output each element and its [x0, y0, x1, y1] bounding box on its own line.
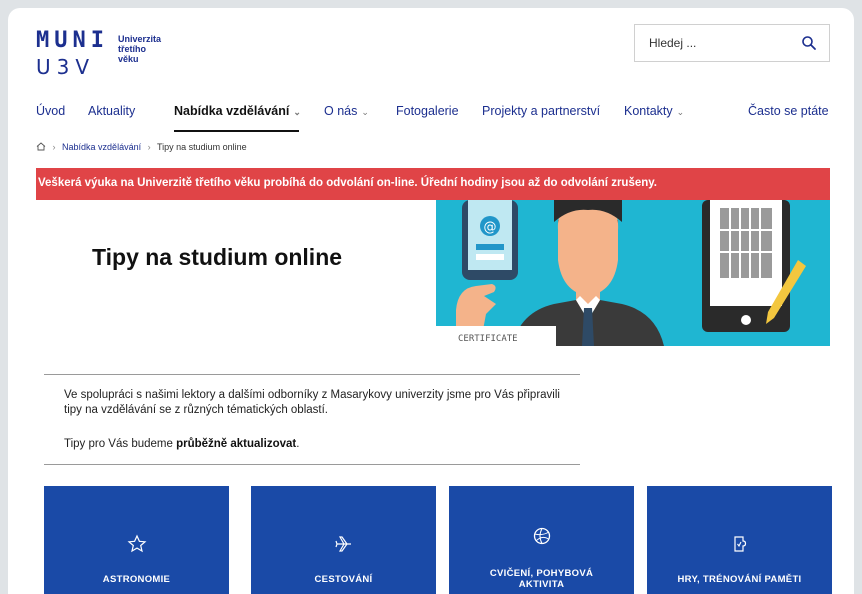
search-input[interactable]: Hledej ...	[634, 24, 830, 62]
hero: Tipy na studium online @ CERTIFICATE	[36, 200, 830, 346]
home-icon[interactable]	[36, 142, 46, 151]
intro-update-note: Tipy pro Vás budeme průběžně aktualizova…	[64, 438, 299, 450]
intro-paragraph: Ve spolupráci s našimi lektory a dalšími…	[64, 389, 560, 416]
logo-university-name: Univerzita třetího věku	[118, 34, 161, 64]
nav-item-nabidka-vzdelavani[interactable]: Nabídka vzdělávání ⌄	[174, 104, 301, 118]
logo-mark: MUNI	[36, 28, 109, 53]
breadcrumb-separator: ›	[147, 142, 151, 152]
logo-line-1: Univerzita	[118, 34, 162, 44]
nav-item-label: Nabídka vzdělávání	[174, 104, 290, 118]
category-cards: ASTRONOMIE CESTOVÁNÍ CVIČENÍ, POHYBOVÁ A…	[44, 486, 832, 594]
alert-text: Veškerá výuka na Univerzitě třetího věku…	[38, 177, 657, 189]
breadcrumb-link[interactable]: Nabídka vzdělávání	[62, 142, 141, 152]
nav-item-caste-dotazy[interactable]: Často se ptáte	[748, 104, 829, 118]
category-card-astronomie[interactable]: ASTRONOMIE	[44, 486, 229, 594]
search-icon[interactable]	[801, 35, 817, 51]
breadcrumb-separator: ›	[52, 142, 56, 152]
nav-item-kontakty[interactable]: Kontakty ⌄	[624, 104, 684, 118]
nav-item-label: O nás	[324, 104, 358, 118]
intro-prefix: Tipy pro Vás budeme	[64, 438, 177, 450]
chevron-down-icon: ⌄	[676, 107, 685, 117]
breadcrumb-current: Tipy na studium online	[156, 142, 247, 152]
page-title: Tipy na studium online	[92, 244, 343, 270]
alert-banner: Veškerá výuka na Univerzitě třetího věku…	[36, 168, 830, 200]
logo-line-3: věku	[118, 54, 139, 64]
chevron-down-icon: ⌄	[361, 107, 369, 117]
nav-item-o-nas[interactable]: O nás ⌄	[324, 104, 369, 118]
intro-bold: průběžně aktualizovat	[176, 438, 297, 450]
category-label: ASTRONOMIE	[102, 574, 171, 585]
nav-item-projekty[interactable]: Projekty a partnerství	[482, 104, 600, 118]
category-card-cestovani[interactable]: CESTOVÁNÍ	[251, 486, 436, 594]
puzzle-icon	[733, 536, 746, 552]
nav-item-fotogalerie[interactable]: Fotogalerie	[396, 104, 459, 118]
active-nav-underline	[174, 130, 299, 132]
logo-u3v: U3V	[36, 55, 96, 79]
site-logo[interactable]: MUNI U3V Univerzita třetího věku	[36, 30, 196, 82]
hero-illustration: @ CERTIFICATE	[436, 200, 830, 346]
intro-suffix: .	[296, 438, 300, 450]
search-placeholder: Hledej ...	[649, 36, 697, 50]
category-label: CESTOVÁNÍ	[314, 574, 373, 585]
svg-text:@: @	[484, 220, 497, 235]
page: MUNI U3V Univerzita třetího věku Hledej …	[8, 8, 854, 594]
main-nav: Úvod Aktuality Nabídka vzdělávání ⌄ O nás…	[36, 104, 836, 134]
star-icon	[127, 534, 146, 553]
category-card-cviceni[interactable]: CVIČENÍ, POHYBOVÁ AKTIVITA	[449, 486, 634, 594]
category-label: CVIČENÍ, POHYBOVÁ AKTIVITA	[489, 568, 594, 590]
certificate-caption: CERTIFICATE	[458, 334, 518, 344]
airplane-icon	[334, 536, 351, 552]
divider	[44, 374, 580, 375]
nav-item-aktuality[interactable]: Aktuality	[88, 104, 135, 118]
nav-item-uvod[interactable]: Úvod	[36, 104, 65, 118]
ball-icon	[533, 527, 550, 545]
nav-item-label: Kontakty	[624, 104, 673, 118]
logo-line-2: třetího	[118, 44, 146, 54]
category-label: HRY, TRÉNOVÁNÍ PAMĚTI	[677, 574, 802, 585]
breadcrumb: › Nabídka vzdělávání › Tipy na studium o…	[36, 142, 247, 152]
divider	[44, 464, 580, 465]
category-card-hry[interactable]: HRY, TRÉNOVÁNÍ PAMĚTI	[647, 486, 832, 594]
chevron-down-icon: ⌄	[293, 107, 301, 117]
